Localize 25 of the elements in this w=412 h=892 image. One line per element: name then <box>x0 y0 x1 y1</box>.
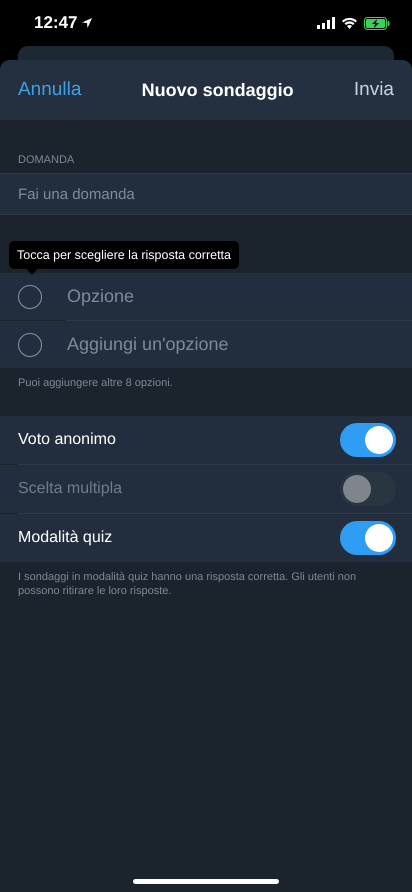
screen-title: Nuovo sondaggio <box>142 80 294 100</box>
setting-label: Modalità quiz <box>18 529 114 547</box>
question-field[interactable]: Fai una domanda <box>0 173 412 215</box>
toggle-switch[interactable] <box>340 521 396 555</box>
option-field[interactable]: Opzione <box>0 273 412 320</box>
status-time: 12:47 <box>34 13 94 33</box>
setting-label: Scelta multipla <box>18 480 124 498</box>
toggle-switch[interactable] <box>340 423 396 457</box>
section-label: DOMANDA <box>17 153 76 168</box>
cancel-button[interactable]: Annulla <box>18 79 82 101</box>
radio-button[interactable] <box>18 284 42 308</box>
location-arrow-icon <box>81 17 94 29</box>
tooltip-pointer <box>25 267 39 275</box>
signal-icon <box>317 17 335 29</box>
question-field[interactable]: Fai una domanda <box>18 186 412 202</box>
option-field[interactable]: Aggiungi un'opzione <box>67 334 412 355</box>
battery-charging-icon <box>364 16 390 30</box>
radio-button[interactable] <box>18 332 42 356</box>
setting-label: Voto anonimo <box>18 431 117 449</box>
settings-note: I sondaggi in modalità quiz hanno una risposta corretta. Gli utenti non possono ritirare le loro risposte. <box>17 570 358 598</box>
send-button[interactable]: Invia <box>354 79 394 101</box>
options-note: Puoi aggiungere altre 8 opzioni. <box>17 376 174 390</box>
wifi-icon <box>341 17 358 29</box>
option-field[interactable]: Opzione <box>67 286 412 307</box>
option-field[interactable]: Aggiungi un'opzione <box>0 321 412 368</box>
